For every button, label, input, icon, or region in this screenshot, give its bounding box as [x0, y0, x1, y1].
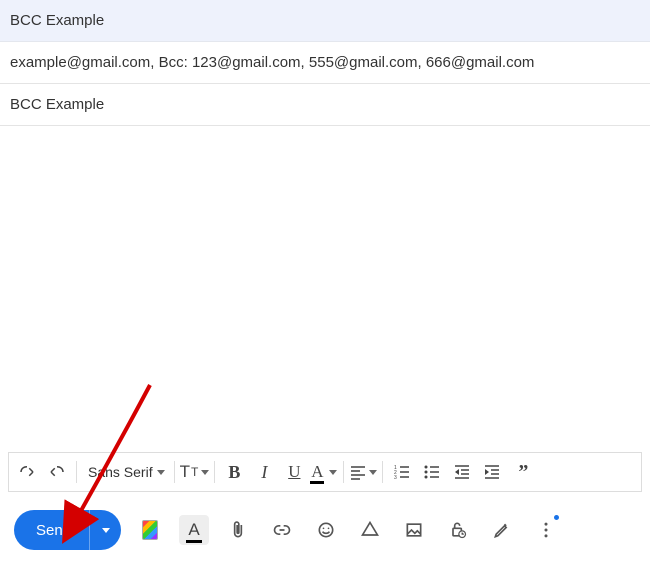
caret-down-icon	[329, 470, 337, 475]
undo-button[interactable]	[13, 457, 41, 487]
indent-less-button[interactable]	[448, 457, 476, 487]
paperclip-icon	[228, 520, 248, 540]
numbered-list-button[interactable]: 123	[388, 457, 416, 487]
svg-text:3: 3	[394, 475, 397, 480]
attach-file-button[interactable]	[223, 515, 253, 545]
align-icon	[350, 464, 366, 480]
bulleted-list-icon	[424, 464, 440, 480]
emoji-icon	[316, 520, 336, 540]
insert-link-button[interactable]	[267, 515, 297, 545]
recipients-text: example@gmail.com, Bcc: 123@gmail.com, 5…	[10, 54, 534, 71]
caret-down-icon	[157, 470, 165, 475]
insert-signature-button[interactable]	[487, 515, 517, 545]
font-size-button[interactable]: T T	[180, 457, 210, 487]
bulleted-list-button[interactable]	[418, 457, 446, 487]
font-family-label: Sans Serif	[88, 464, 153, 480]
text-size-icon-small: T	[191, 465, 198, 479]
recipients-field[interactable]: example@gmail.com, Bcc: 123@gmail.com, 5…	[0, 42, 650, 84]
formatting-toolbar: Sans Serif T T B I U A 123 ”	[8, 452, 642, 492]
text-size-icon: T	[180, 462, 190, 482]
lock-clock-icon	[448, 520, 468, 540]
caret-down-icon	[369, 470, 377, 475]
separator	[382, 461, 383, 483]
bold-icon: B	[228, 462, 240, 483]
text-styles-button[interactable]	[135, 515, 165, 545]
italic-button[interactable]: I	[250, 457, 278, 487]
format-a-icon: A	[188, 520, 199, 540]
image-icon	[404, 520, 424, 540]
quote-icon: ”	[518, 461, 526, 484]
italic-icon: I	[261, 462, 267, 483]
indent-more-icon	[484, 464, 500, 480]
send-button-label: Send	[36, 522, 71, 539]
compose-subject-header: BCC Example	[0, 0, 650, 42]
send-button[interactable]: Send	[14, 510, 121, 550]
separator	[174, 461, 175, 483]
more-options-button[interactable]	[531, 515, 561, 545]
insert-emoji-button[interactable]	[311, 515, 341, 545]
notification-dot	[554, 515, 559, 520]
align-button[interactable]	[349, 457, 377, 487]
text-color-icon: A	[311, 462, 323, 482]
subject-field[interactable]: BCC Example	[0, 84, 650, 126]
styles-icon	[142, 520, 158, 540]
send-options-dropdown[interactable]	[89, 510, 121, 550]
indent-less-icon	[454, 464, 470, 480]
send-button-main[interactable]: Send	[14, 510, 89, 550]
underline-icon: U	[288, 462, 300, 482]
subject-header-text: BCC Example	[10, 12, 104, 29]
compose-action-bar: Send A	[0, 498, 650, 560]
quote-button[interactable]: ”	[508, 457, 536, 487]
formatting-options-button[interactable]: A	[179, 515, 209, 545]
drive-icon	[360, 520, 380, 540]
more-vertical-icon	[536, 520, 556, 540]
pen-icon	[492, 520, 512, 540]
separator	[214, 461, 215, 483]
numbered-list-icon: 123	[394, 464, 410, 480]
message-body[interactable]	[0, 126, 650, 446]
underline-button[interactable]: U	[280, 457, 308, 487]
confidential-mode-button[interactable]	[443, 515, 473, 545]
insert-drive-button[interactable]	[355, 515, 385, 545]
bold-button[interactable]: B	[220, 457, 248, 487]
font-family-select[interactable]: Sans Serif	[82, 464, 169, 480]
separator	[76, 461, 77, 483]
caret-down-icon	[102, 528, 110, 533]
caret-down-icon	[201, 470, 209, 475]
redo-button[interactable]	[43, 457, 71, 487]
insert-image-button[interactable]	[399, 515, 429, 545]
text-color-button[interactable]: A	[310, 457, 338, 487]
subject-text: BCC Example	[10, 96, 104, 113]
link-icon	[272, 520, 292, 540]
indent-more-button[interactable]	[478, 457, 506, 487]
separator	[343, 461, 344, 483]
